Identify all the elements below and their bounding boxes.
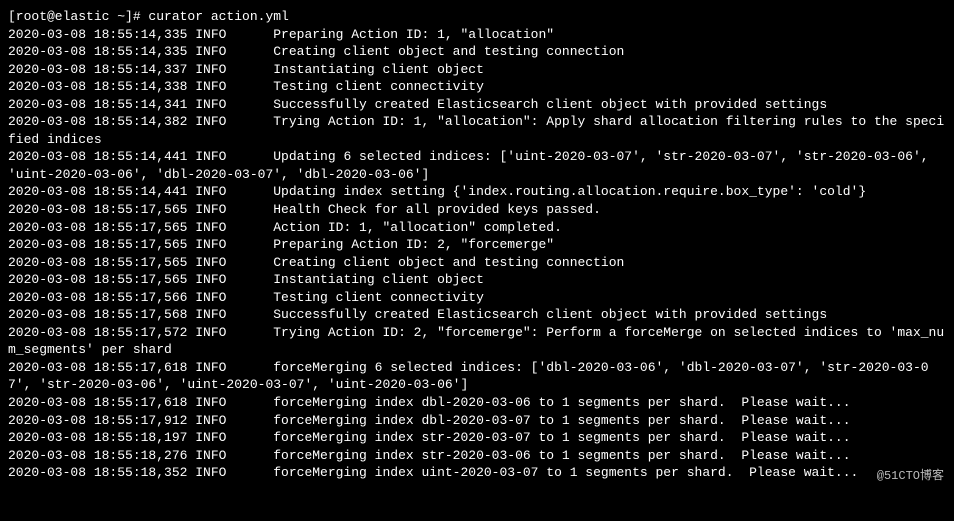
watermark-text: @51CTO博客 [877, 468, 944, 484]
log-line: 2020-03-08 18:55:17,565 INFO Action ID: … [8, 219, 946, 237]
log-line: 2020-03-08 18:55:17,565 INFO Creating cl… [8, 254, 946, 272]
log-line: 2020-03-08 18:55:17,566 INFO Testing cli… [8, 289, 946, 307]
log-line: 2020-03-08 18:55:17,565 INFO Preparing A… [8, 236, 946, 254]
log-line: 2020-03-08 18:55:17,618 INFO forceMergin… [8, 359, 946, 394]
log-line: 2020-03-08 18:55:14,338 INFO Testing cli… [8, 78, 946, 96]
log-line: 2020-03-08 18:55:18,197 INFO forceMergin… [8, 429, 946, 447]
log-line: 2020-03-08 18:55:14,382 INFO Trying Acti… [8, 113, 946, 148]
log-line: 2020-03-08 18:55:17,618 INFO forceMergin… [8, 394, 946, 412]
log-line: 2020-03-08 18:55:14,337 INFO Instantiati… [8, 61, 946, 79]
log-line: 2020-03-08 18:55:14,335 INFO Preparing A… [8, 26, 946, 44]
terminal-output[interactable]: [root@elastic ~]# curator action.yml 202… [8, 8, 946, 482]
log-line: 2020-03-08 18:55:18,352 INFO forceMergin… [8, 464, 946, 482]
log-line: 2020-03-08 18:55:14,441 INFO Updating 6 … [8, 148, 946, 183]
log-line: 2020-03-08 18:55:14,335 INFO Creating cl… [8, 43, 946, 61]
log-line: 2020-03-08 18:55:17,565 INFO Instantiati… [8, 271, 946, 289]
log-line: 2020-03-08 18:55:17,565 INFO Health Chec… [8, 201, 946, 219]
log-line: 2020-03-08 18:55:17,568 INFO Successfull… [8, 306, 946, 324]
log-line: 2020-03-08 18:55:17,572 INFO Trying Acti… [8, 324, 946, 359]
prompt-line: [root@elastic ~]# curator action.yml [8, 8, 946, 26]
log-line: 2020-03-08 18:55:14,341 INFO Successfull… [8, 96, 946, 114]
log-line: 2020-03-08 18:55:18,276 INFO forceMergin… [8, 447, 946, 465]
log-line: 2020-03-08 18:55:14,441 INFO Updating in… [8, 183, 946, 201]
log-line: 2020-03-08 18:55:17,912 INFO forceMergin… [8, 412, 946, 430]
